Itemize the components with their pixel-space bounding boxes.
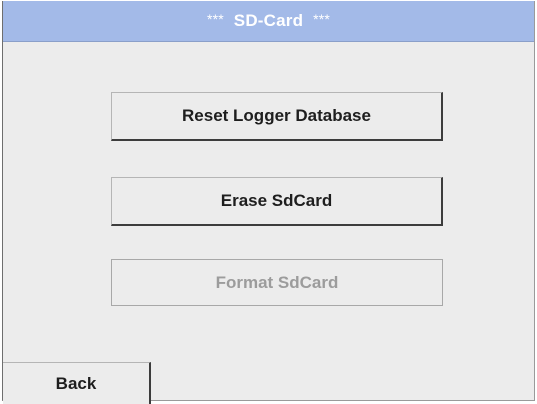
back-button[interactable]: Back [3, 362, 151, 404]
format-sdcard-button: Format SdCard [111, 259, 443, 306]
reset-logger-database-button[interactable]: Reset Logger Database [111, 92, 443, 141]
title-stars-right: *** [313, 11, 331, 27]
page-title: *** SD-Card *** [207, 11, 330, 31]
erase-sdcard-button[interactable]: Erase SdCard [111, 177, 443, 226]
sd-card-screen: *** SD-Card *** Reset Logger Database Er… [2, 1, 535, 404]
title-stars-left: *** [206, 11, 224, 27]
title-label: SD-Card [233, 11, 304, 30]
title-bar: *** SD-Card *** [3, 1, 534, 42]
